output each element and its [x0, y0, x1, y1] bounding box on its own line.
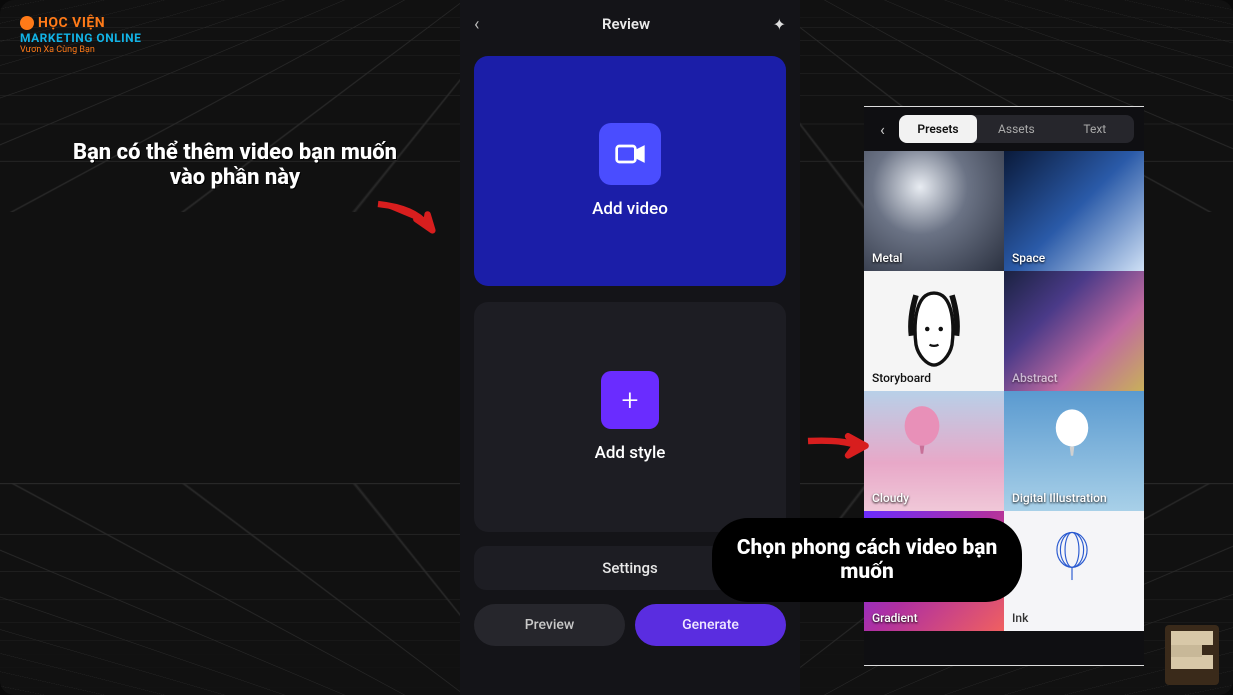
add-style-card[interactable]: + Add style: [474, 302, 786, 532]
preset-digital-illustration[interactable]: Digital Illustration: [1004, 391, 1144, 511]
page-title: Review: [602, 15, 650, 33]
preview-button[interactable]: Preview: [474, 604, 625, 646]
segment-control: Presets Assets Text: [899, 115, 1134, 143]
tab-assets[interactable]: Assets: [977, 115, 1055, 143]
add-style-label: Add style: [595, 443, 666, 463]
preset-abstract[interactable]: Abstract: [1004, 271, 1144, 391]
annotation-choose-style: Chọn phong cách video bạn muốn: [712, 518, 1022, 602]
book-icon: [1165, 625, 1219, 685]
annotation-add-video: Bạn có thể thêm video bạn muốn vào phần …: [55, 140, 415, 190]
add-video-label: Add video: [592, 199, 668, 219]
bottom-actions: Preview Generate: [474, 604, 786, 646]
face-icon: [899, 284, 969, 378]
preset-space[interactable]: Space: [1004, 151, 1144, 271]
logo-line3: Vươn Xa Cùng Bạn: [20, 45, 141, 55]
logo: HỌC VIỆN MARKETING ONLINE Vươn Xa Cùng B…: [20, 12, 141, 55]
arrow-to-add-video: [370, 190, 450, 254]
back-icon[interactable]: ‹: [474, 14, 479, 35]
sparkle-icon[interactable]: ✦: [773, 15, 786, 34]
preset-metal[interactable]: Metal: [864, 151, 1004, 271]
add-video-card[interactable]: Add video: [474, 56, 786, 286]
preset-storyboard[interactable]: Storyboard: [864, 271, 1004, 391]
logo-line1: HỌC VIỆN: [38, 15, 105, 31]
arrow-to-styles: [800, 415, 880, 479]
logo-line2: MARKETING ONLINE: [20, 31, 141, 45]
plus-icon: +: [601, 371, 659, 429]
preset-cloudy[interactable]: Cloudy: [864, 391, 1004, 511]
preset-ink[interactable]: Ink: [1004, 511, 1144, 631]
video-icon: [599, 123, 661, 185]
generate-button[interactable]: Generate: [635, 604, 786, 646]
topbar: ‹ Review ✦: [460, 0, 800, 48]
tab-presets[interactable]: Presets: [899, 115, 977, 143]
side-back-icon[interactable]: ‹: [874, 116, 891, 143]
tab-text[interactable]: Text: [1056, 115, 1134, 143]
